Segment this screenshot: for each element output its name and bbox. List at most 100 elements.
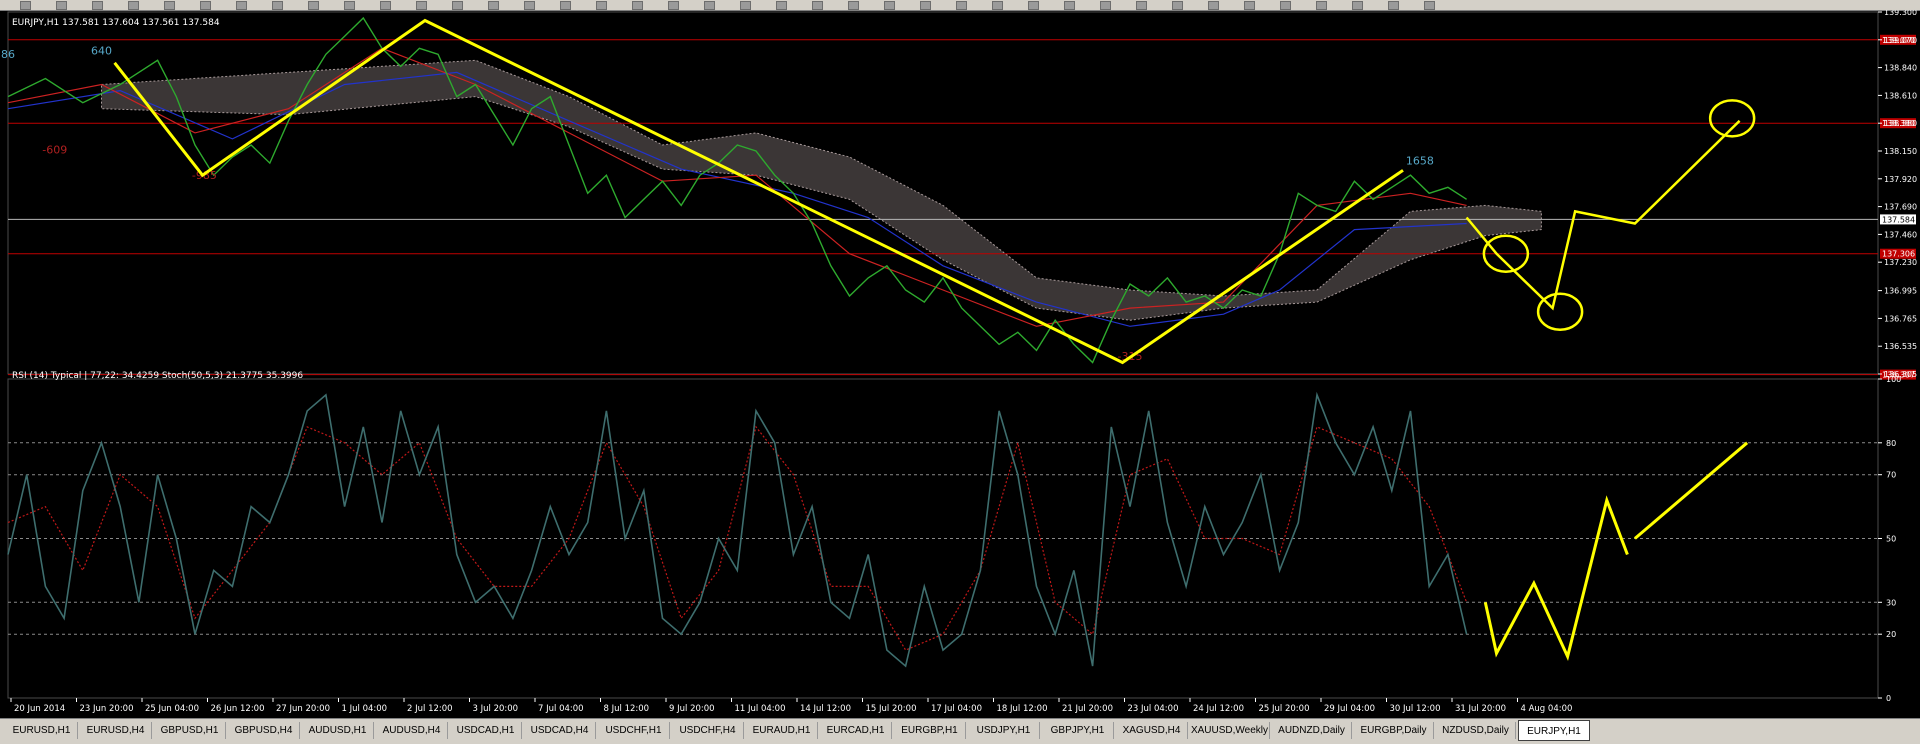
- zigzag-label: 1658: [1406, 154, 1434, 167]
- price-axis-label: 138.840: [1884, 64, 1917, 73]
- oscillator-forecast-line-2: [1633, 441, 1749, 540]
- zigzag-label: 640: [91, 44, 112, 57]
- chart-tab[interactable]: EURCAD,H1: [820, 722, 892, 739]
- toolbar-icon[interactable]: [668, 1, 679, 10]
- oscillator-axis-label: 0: [1886, 694, 1891, 703]
- toolbar-icon[interactable]: [1100, 1, 1111, 10]
- toolbar-icon[interactable]: [200, 1, 211, 10]
- toolbar-icon[interactable]: [272, 1, 283, 10]
- toolbar-icon[interactable]: [776, 1, 787, 10]
- toolbar-icon[interactable]: [812, 1, 823, 10]
- chart-tab[interactable]: EURJPY,H1: [1518, 720, 1590, 741]
- toolbar-icon[interactable]: [560, 1, 571, 10]
- toolbar-icon[interactable]: [1172, 1, 1183, 10]
- chart-tab[interactable]: AUDUSD,H1: [302, 722, 374, 739]
- chart-tab[interactable]: EURUSD,H1: [6, 722, 78, 739]
- chart-tab[interactable]: AUDUSD,H4: [376, 722, 448, 739]
- time-axis-label: 20 Jun 2014: [14, 704, 65, 714]
- toolbar-icon[interactable]: [884, 1, 895, 10]
- toolbar-icon[interactable]: [452, 1, 463, 10]
- time-axis-label: 23 Jul 04:00: [1128, 704, 1179, 714]
- price-axis-label: 137.460: [1884, 230, 1917, 239]
- time-axis-label: 25 Jul 20:00: [1259, 704, 1310, 714]
- toolbar-icon[interactable]: [20, 1, 31, 10]
- toolbar-icon[interactable]: [1316, 1, 1327, 10]
- time-axis-label: 25 Jun 04:00: [145, 704, 199, 714]
- toolbar-icon[interactable]: [416, 1, 427, 10]
- time-axis-label: 26 Jun 12:00: [211, 704, 265, 714]
- price-axis-label: 136.995: [1884, 287, 1917, 296]
- chart-tab[interactable]: USDCHF,H4: [672, 722, 744, 739]
- zigzag-label: 86: [1, 48, 15, 61]
- chart-tab[interactable]: GBPUSD,H1: [154, 722, 226, 739]
- price-axis-label: 138.150: [1884, 147, 1917, 156]
- toolbar-icon[interactable]: [380, 1, 391, 10]
- chart-area: 139.070138.380137.306136.307137.58486 640…: [1, 10, 1917, 714]
- time-axis-label: 11 Jul 04:00: [735, 704, 786, 714]
- toolbar-icon[interactable]: [740, 1, 751, 10]
- oscillator-axis-label: 20: [1886, 630, 1896, 639]
- time-axis-label: 14 Jul 12:00: [800, 704, 851, 714]
- chart-tab[interactable]: NZDUSD,Daily: [1436, 722, 1516, 739]
- toolbar-icon[interactable]: [848, 1, 859, 10]
- chart-tab[interactable]: XAGUSD,H4: [1116, 722, 1188, 739]
- toolbar-icon[interactable]: [344, 1, 355, 10]
- toolbar-icon[interactable]: [164, 1, 175, 10]
- toolbar-icon[interactable]: [1028, 1, 1039, 10]
- chart-tab[interactable]: EURGBP,Daily: [1354, 722, 1434, 739]
- chart-tab[interactable]: GBPJPY,H1: [1042, 722, 1114, 739]
- chart-tab[interactable]: USDCAD,H1: [450, 722, 522, 739]
- chart-tab[interactable]: AUDNZD,Daily: [1272, 722, 1352, 739]
- toolbar-icon[interactable]: [308, 1, 319, 10]
- chart-tab[interactable]: XAUUSD,Weekly: [1190, 722, 1270, 739]
- toolbar-icon[interactable]: [596, 1, 607, 10]
- time-axis-label: 2 Jul 12:00: [407, 704, 453, 714]
- chart-tab[interactable]: USDCHF,H1: [598, 722, 670, 739]
- price-axis-label: 136.765: [1884, 314, 1917, 323]
- chart-tab[interactable]: EURAUD,H1: [746, 722, 818, 739]
- price-axis-label: 137.690: [1884, 203, 1917, 212]
- toolbar-icon[interactable]: [1424, 1, 1435, 10]
- toolbar-icon[interactable]: [1280, 1, 1291, 10]
- chart-tab[interactable]: EURGBP,H1: [894, 722, 966, 739]
- time-axis-label: 27 Jun 20:00: [276, 704, 330, 714]
- price-axis-label: 137.230: [1884, 258, 1917, 267]
- toolbar-icon[interactable]: [236, 1, 247, 10]
- toolbar-icon[interactable]: [524, 1, 535, 10]
- zigzag-label: -609: [42, 143, 67, 156]
- time-axis-label: 7 Jul 04:00: [538, 704, 584, 714]
- toolbar-icon[interactable]: [1244, 1, 1255, 10]
- chart-tab[interactable]: GBPUSD,H4: [228, 722, 300, 739]
- chart-tab[interactable]: USDJPY,H1: [968, 722, 1040, 739]
- toolbar-icon[interactable]: [1388, 1, 1399, 10]
- toolbar-icon[interactable]: [128, 1, 139, 10]
- time-axis-label: 18 Jul 12:00: [997, 704, 1048, 714]
- time-axis-label: 21 Jul 20:00: [1062, 704, 1113, 714]
- toolbar-icon[interactable]: [1208, 1, 1219, 10]
- time-axis-label: 8 Jul 12:00: [604, 704, 650, 714]
- toolbar-icon[interactable]: [1136, 1, 1147, 10]
- chart-tab-bar: EURUSD,H1 EURUSD,H4 GBPUSD,H1 GBPUSD,H4 AUDU…: [0, 718, 1920, 744]
- time-axis-label: 31 Jul 20:00: [1455, 704, 1506, 714]
- current-price-label: 137.584: [1882, 215, 1915, 224]
- toolbar-icon[interactable]: [488, 1, 499, 10]
- toolbar-icon[interactable]: [704, 1, 715, 10]
- chart-tab[interactable]: USDCAD,H4: [524, 722, 596, 739]
- time-axis-label: 30 Jul 12:00: [1390, 704, 1441, 714]
- toolbar-icon[interactable]: [92, 1, 103, 10]
- time-axis-label: 15 Jul 20:00: [866, 704, 917, 714]
- oscillator-axis-label: 70: [1886, 471, 1896, 480]
- chart-tab[interactable]: EURUSD,H4: [80, 722, 152, 739]
- toolbar-icon[interactable]: [920, 1, 931, 10]
- price-axis-label: 137.920: [1884, 175, 1917, 184]
- oscillator-panel: 100 80 70 50 30 20 0 20 Jun 2014 23 Jun 20:00 25 …: [7, 375, 1901, 714]
- toolbar-icon[interactable]: [956, 1, 967, 10]
- price-line: [7, 16, 1467, 364]
- toolbar-icon[interactable]: [632, 1, 643, 10]
- main-chart-header: EURJPY,H1 137.581 137.604 137.561 137.58…: [12, 18, 220, 28]
- toolbar-icon[interactable]: [1064, 1, 1075, 10]
- time-axis-label: 23 Jun 20:00: [80, 704, 134, 714]
- toolbar-icon[interactable]: [1352, 1, 1363, 10]
- toolbar-icon[interactable]: [56, 1, 67, 10]
- toolbar-icon[interactable]: [992, 1, 1003, 10]
